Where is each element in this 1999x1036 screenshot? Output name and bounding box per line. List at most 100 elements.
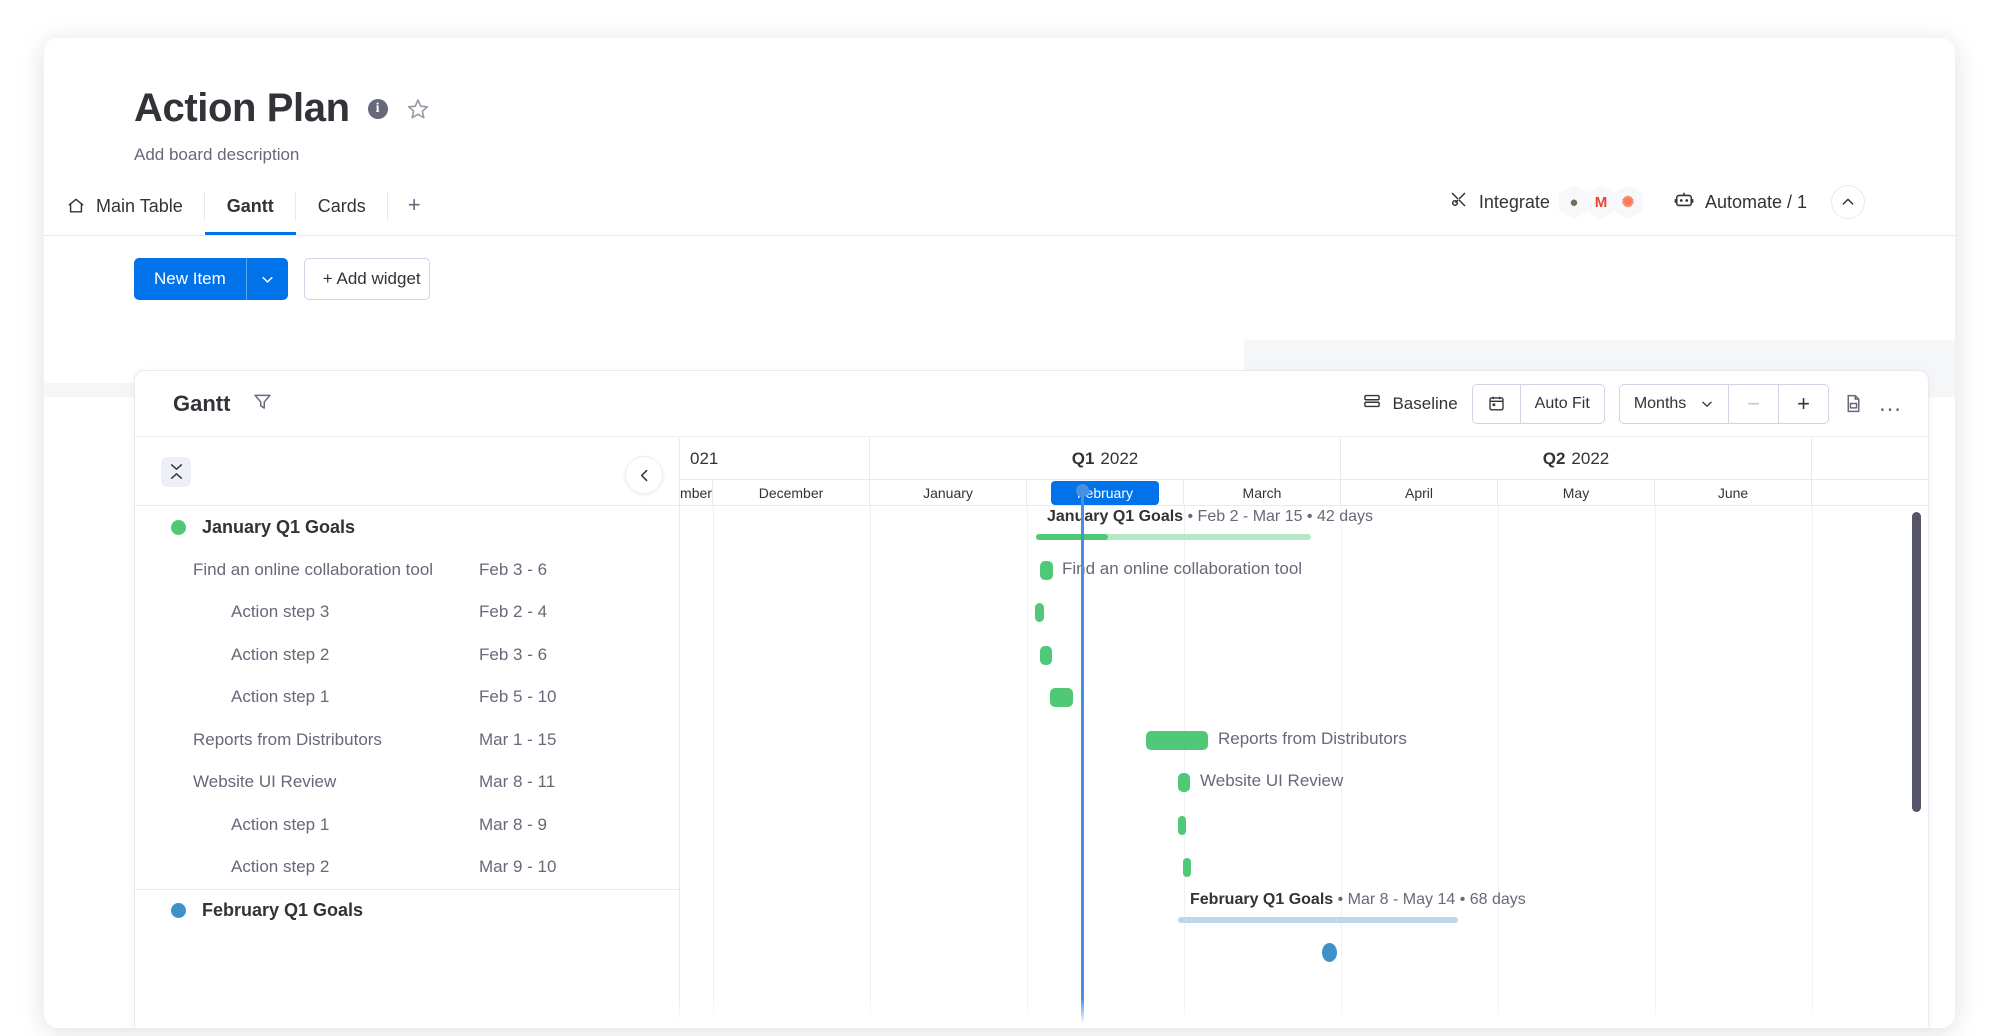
timeline-prev-button[interactable] xyxy=(625,456,663,494)
quarter-year: 021 xyxy=(690,449,718,469)
chevron-down-icon xyxy=(1700,397,1714,411)
table-row[interactable]: Website UI Review Mar 8 - 11 xyxy=(135,761,679,804)
baseline-icon xyxy=(1362,391,1382,416)
task-name: Action step 2 xyxy=(231,645,329,665)
board-header: Action Plan i Add board description xyxy=(44,38,1955,165)
task-name: Action step 1 xyxy=(231,687,329,707)
title-row: Action Plan i xyxy=(134,86,1955,131)
timeline-month[interactable]: March xyxy=(1184,480,1341,505)
zoom-level-select[interactable]: Months xyxy=(1620,385,1728,423)
integrate-button[interactable]: Integrate ● M ✺ xyxy=(1442,181,1649,223)
collapse-all-icon[interactable] xyxy=(161,457,191,487)
board-description[interactable]: Add board description xyxy=(134,145,1955,165)
table-row[interactable]: Action step 1 Feb 5 - 10 xyxy=(135,676,679,719)
new-item-button[interactable]: New Item xyxy=(134,258,288,300)
baseline-button[interactable]: Baseline xyxy=(1362,391,1457,416)
gantt-bar[interactable] xyxy=(1040,646,1052,665)
tab-cards[interactable]: Cards xyxy=(296,184,388,235)
gantt-widget: Gantt Baseline xyxy=(134,370,1929,1028)
integrate-icon xyxy=(1448,189,1469,215)
gantt-bar[interactable] xyxy=(1183,858,1191,877)
month-label: January xyxy=(923,485,973,501)
gantt-bar[interactable] xyxy=(1322,943,1337,962)
gantt-bar-row: Website UI Review xyxy=(680,761,1928,804)
zoom-out-button[interactable]: − xyxy=(1728,385,1778,423)
gantt-widget-header: Gantt Baseline xyxy=(135,371,1928,437)
gantt-bar-label: Reports from Distributors xyxy=(1218,729,1407,749)
quarter-year: 2022 xyxy=(1571,449,1609,469)
summary-bar-track[interactable] xyxy=(1178,917,1458,923)
add-view-button[interactable]: + xyxy=(388,184,441,235)
table-row[interactable]: Action step 2 Mar 9 - 10 xyxy=(135,846,679,889)
task-name: Action step 3 xyxy=(231,602,329,622)
collapse-header-button[interactable] xyxy=(1831,185,1865,219)
more-menu-icon[interactable]: … xyxy=(1878,399,1904,409)
task-dates: Feb 3 - 6 xyxy=(479,560,679,580)
export-icon[interactable] xyxy=(1843,393,1864,414)
gantt-bar-label: Find an online collaboration tool xyxy=(1062,559,1302,579)
gantt-bar[interactable] xyxy=(1040,561,1053,580)
autofit-group: Auto Fit xyxy=(1472,384,1605,424)
gantt-bar-row xyxy=(680,676,1928,719)
quarter-label: Q1 xyxy=(1072,449,1095,469)
automate-button[interactable]: Automate / 1 xyxy=(1667,186,1813,219)
zoom-in-button[interactable]: + xyxy=(1778,385,1828,423)
gantt-bar[interactable] xyxy=(1035,603,1044,622)
table-row[interactable]: Action step 1 Mar 8 - 9 xyxy=(135,804,679,847)
timeline-month[interactable]: May xyxy=(1498,480,1655,505)
new-item-dropdown[interactable] xyxy=(246,258,288,300)
home-icon xyxy=(66,196,86,216)
task-dates: Mar 1 - 15 xyxy=(479,730,679,750)
timeline-month[interactable]: April xyxy=(1341,480,1498,505)
task-row-list: January Q1 Goals Find an online collabor… xyxy=(135,506,679,1028)
gantt-bar-row: February Q1 Goals • Mar 8 - May 14 • 68 … xyxy=(680,889,1928,932)
gantt-bar-row xyxy=(680,846,1928,889)
summary-bar-progress xyxy=(1036,534,1108,540)
star-icon[interactable] xyxy=(406,97,430,121)
table-row[interactable]: Find an online collaboration tool Feb 3 … xyxy=(135,549,679,592)
timeline-month[interactable]: January xyxy=(870,480,1027,505)
gantt-bar-row xyxy=(680,804,1928,847)
gantt-bar[interactable] xyxy=(1050,688,1073,707)
add-widget-button[interactable]: + Add widget xyxy=(304,258,430,300)
timeline-month[interactable]: mber xyxy=(680,480,713,505)
summary-name: February Q1 Goals xyxy=(1190,891,1333,908)
task-name: Action step 1 xyxy=(231,815,329,835)
vertical-scrollbar[interactable] xyxy=(1912,512,1921,812)
summary-label: February Q1 Goals • Mar 8 - May 14 • 68 … xyxy=(1190,891,1526,909)
timeline-month[interactable]: June xyxy=(1655,480,1812,505)
hubspot-icon[interactable]: ✺ xyxy=(1613,185,1643,219)
month-label: December xyxy=(759,485,824,501)
gantt-bar[interactable] xyxy=(1178,773,1190,792)
tab-gantt[interactable]: Gantt xyxy=(205,184,296,235)
month-label: April xyxy=(1405,485,1433,501)
table-row[interactable]: Action step 2 Feb 3 - 6 xyxy=(135,634,679,677)
timeline-month-header: mber December January February March Apr… xyxy=(680,480,1928,506)
auto-fit-button[interactable]: Auto Fit xyxy=(1520,385,1604,423)
gantt-bar[interactable] xyxy=(1178,816,1186,835)
table-row[interactable]: Action step 3 Feb 2 - 4 xyxy=(135,591,679,634)
summary-dates: • Feb 2 - Mar 15 • 42 days xyxy=(1183,508,1373,525)
gantt-toolbar: Baseline Auto Fit Months xyxy=(1362,384,1904,424)
month-label: May xyxy=(1563,485,1589,501)
robot-icon xyxy=(1673,190,1695,215)
timeline-month[interactable]: December xyxy=(713,480,870,505)
calendar-icon[interactable] xyxy=(1473,385,1520,423)
gantt-bar[interactable] xyxy=(1146,731,1208,750)
month-label: June xyxy=(1718,485,1748,501)
task-dates: Feb 3 - 6 xyxy=(479,645,679,665)
integrate-label: Integrate xyxy=(1479,192,1550,213)
table-row[interactable]: Reports from Distributors Mar 1 - 15 xyxy=(135,719,679,762)
task-group-row[interactable]: February Q1 Goals xyxy=(135,889,679,932)
gmail-icon[interactable]: M xyxy=(1586,185,1616,219)
task-dates: Mar 9 - 10 xyxy=(479,857,679,877)
today-marker-dot xyxy=(1076,484,1089,497)
tab-main-table[interactable]: Main Table xyxy=(44,184,205,235)
mailchimp-icon[interactable]: ● xyxy=(1559,185,1589,219)
gantt-bar-row: January Q1 Goals • Feb 2 - Mar 15 • 42 d… xyxy=(680,506,1928,549)
info-icon[interactable]: i xyxy=(368,99,388,119)
funnel-icon[interactable] xyxy=(252,391,273,417)
timeline-month-current[interactable]: February xyxy=(1027,480,1184,505)
month-label: mber xyxy=(680,485,712,501)
task-group-row[interactable]: January Q1 Goals xyxy=(135,506,679,549)
